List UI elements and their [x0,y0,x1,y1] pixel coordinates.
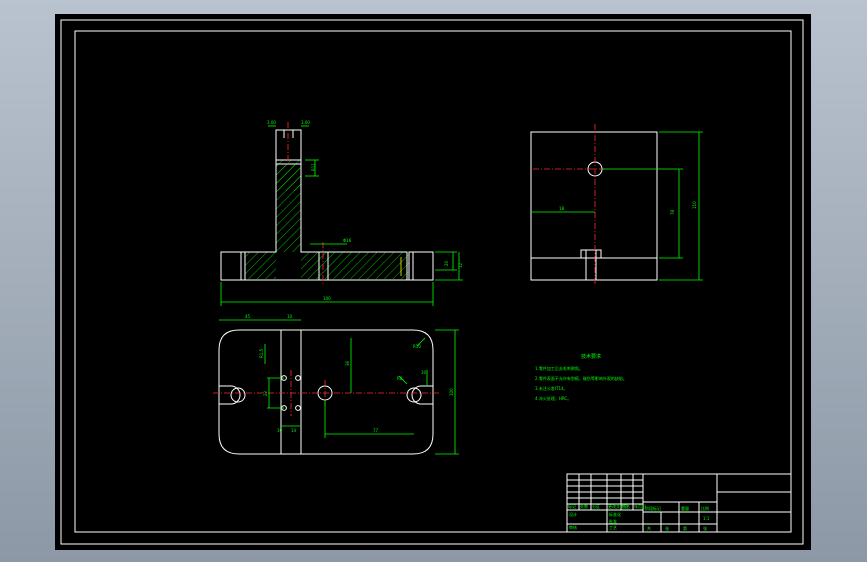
dim-front-top-right: 3.00 [301,120,310,125]
inner-frame [74,30,792,533]
tb-label-sign: 签名 [622,503,630,509]
tb-label-sheet: 张 [665,525,669,531]
tb-label-sheet2: 张 [703,525,707,531]
dim-front-height-right2: 12 [458,262,463,268]
tb-label-zone: 分区 [592,503,600,509]
dim-side-height: 78 [670,209,675,215]
cad-drawing-viewport[interactable]: 3.00 3.00 R11 Φ16 20 12 100 18 78 110 45… [55,14,811,550]
tb-label-mark: 标记 [568,503,576,509]
dim-plan-left: 45 [245,314,251,319]
plan-view [213,329,439,455]
title-block: 标记 处数 分区 更改文件号 签名 年月日 设计 标准化 审核 工艺 批准 阶段… [566,473,792,533]
dim-plan-slot: R8 [397,376,403,381]
dim-plan-hole-pitch: 22 [263,390,268,396]
tb-scale-value: 1:1 [703,516,710,521]
tb-label-weight: 重量 [681,505,689,511]
tb-label-total: 共 [647,525,651,531]
tb-label-review: 审核 [569,524,577,530]
tb-label-approve: 批准 [609,518,617,524]
dim-front-bore: Φ16 [343,238,352,243]
dim-side-hole-offset: 18 [559,206,565,211]
dim-plan-mid: 10 [287,314,293,319]
dim-plan-holes: 10 [277,428,283,433]
note-item-1: 1.零件加工后去毛刺倒角。 [535,365,583,371]
tb-label-scale: 比例 [701,505,709,511]
dim-front-slot: R11 [311,163,316,171]
dim-front-width: 100 [323,296,331,301]
tb-label-count: 处数 [580,503,588,509]
dim-plan-slot-width: 10 [421,370,427,375]
note-item-3: 3.未注公差IT14。 [535,385,568,391]
dim-plan-bore-dist: 77 [373,428,379,433]
dim-front-top-left: 3.00 [267,120,276,125]
dim-plan-side: R1.5 [259,348,264,358]
note-item-4: 4.淬火处理，HRC。 [535,395,571,401]
tb-label-stage: 阶段标记 [645,505,661,511]
tb-label-design: 设计 [569,511,577,517]
dim-plan-height: 100 [449,388,454,396]
dim-plan-holes2: 14 [291,428,297,433]
tb-label-standard: 标准化 [609,511,621,517]
tb-label-no: 第 [683,525,687,531]
plan-view-dimensions: 45 10 R1.5 22 36 10 14 77 R10 R8 10 100 [219,314,459,455]
dim-front-height-right: 20 [444,260,449,266]
notes-title: 技术要求 [581,353,601,360]
front-view [220,122,434,286]
drawing-canvas: 3.00 3.00 R11 Φ16 20 12 100 18 78 110 45… [60,19,804,545]
tb-label-process: 工艺 [609,525,617,530]
technical-notes: 技术要求 1.零件加工后去毛刺倒角。 2.零件表面不允许有划痕、碰伤等影响外观的… [535,353,627,401]
outer-frame [60,19,804,545]
dim-plan-radius: R10 [413,344,421,349]
note-item-2: 2.零件表面不允许有划痕、碰伤等影响外观的缺陷。 [535,375,627,381]
dim-side-height-total: 110 [692,201,697,209]
dim-plan-row: 36 [345,360,350,366]
side-view [530,124,658,286]
